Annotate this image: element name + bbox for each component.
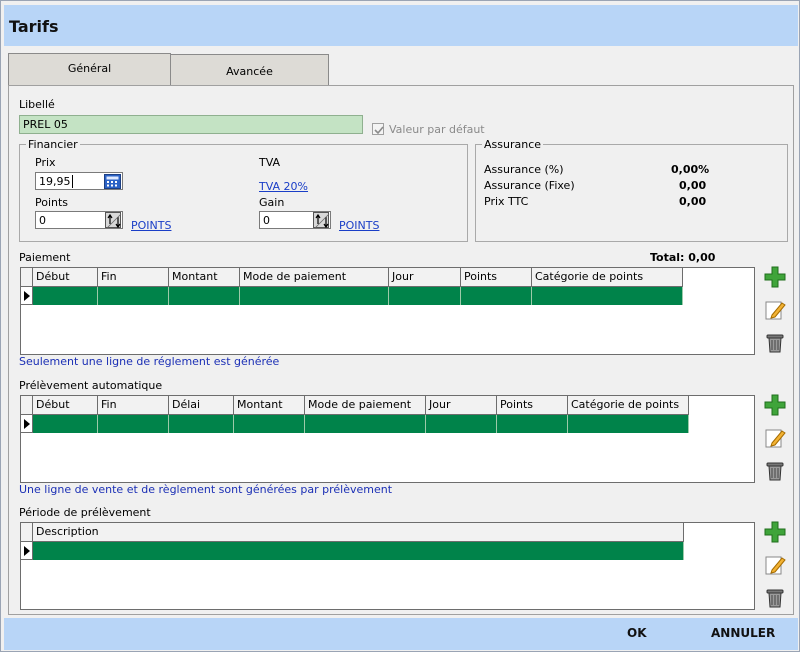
edit-prelevement-button[interactable] [764, 427, 786, 449]
tab-general-label: Général [67, 62, 112, 75]
column-header[interactable]: Points [497, 396, 568, 415]
libelle-label: Libellé [19, 98, 55, 111]
delete-prelevement-button[interactable] [764, 459, 786, 481]
pencil-icon [765, 556, 786, 575]
column-header[interactable]: Fin [98, 396, 169, 415]
plus-icon [764, 521, 786, 543]
window-title: Tarifs [9, 17, 59, 36]
assurance-fixe-label: Assurance (Fixe) [484, 179, 575, 192]
gain-label: Gain [259, 196, 285, 209]
spinner-arrows-icon [106, 213, 122, 229]
calculator-icon[interactable] [104, 174, 121, 189]
periode-grid-header: Description [21, 523, 684, 542]
prelevement-label: Prélèvement automatique [19, 379, 163, 392]
delete-periode-button[interactable] [764, 586, 786, 608]
paiement-grid[interactable]: Début Fin Montant Mode de paiement Jour … [20, 267, 755, 355]
dialog-window: Tarifs Général Avancée Libellé PREL 05 V… [0, 0, 800, 652]
points-link[interactable]: POINTS [131, 219, 171, 232]
add-paiement-button[interactable] [764, 266, 786, 288]
points-spinner[interactable] [105, 212, 122, 229]
libelle-input[interactable]: PREL 05 [19, 115, 363, 134]
prix-ttc-label: Prix TTC [484, 195, 529, 208]
row-selector-header [21, 268, 33, 287]
column-header[interactable]: Montant [234, 396, 305, 415]
assurance-pct-label: Assurance (%) [484, 163, 564, 176]
title-bar: Tarifs [4, 5, 798, 46]
tab-panel-general: Libellé PREL 05 Valeur par défaut Financ… [8, 85, 794, 615]
row-pointer-icon [21, 287, 33, 305]
paiement-total: Total: 0,00 [650, 251, 716, 264]
row-selector-header [21, 396, 33, 415]
prelevement-grid[interactable]: Début Fin Délai Montant Mode de paiement… [20, 395, 755, 483]
column-header[interactable]: Début [33, 268, 98, 287]
plus-icon [764, 394, 786, 416]
paiement-note: Seulement une ligne de réglement est gén… [19, 355, 280, 368]
financier-group: Financier Prix 19,95 TVA TVA 20% Points … [19, 138, 468, 242]
tab-avancee-label: Avancée [226, 65, 273, 78]
cancel-button[interactable]: ANNULER [711, 626, 775, 640]
assurance-group: Assurance Assurance (%) 0,00% Assurance … [475, 138, 788, 242]
spinner-arrows-icon [314, 213, 330, 229]
tab-avancee[interactable]: Avancée [170, 54, 329, 85]
periode-label: Période de prélèvement [19, 506, 151, 519]
prelevement-note: Une ligne de vente et de règlement sont … [19, 483, 393, 496]
default-value-label: Valeur par défaut [389, 123, 485, 136]
row-pointer-icon [21, 415, 33, 433]
gain-spinner[interactable] [313, 212, 330, 229]
column-header[interactable]: Mode de paiement [240, 268, 389, 287]
checkmark-icon [374, 126, 384, 135]
delete-paiement-button[interactable] [764, 331, 786, 353]
tab-general[interactable]: Général [8, 53, 171, 85]
column-header[interactable]: Montant [169, 268, 240, 287]
footer-bar: OK ANNULER [4, 618, 798, 650]
paiement-label: Paiement [19, 251, 71, 264]
tva-link[interactable]: TVA 20% [259, 180, 308, 193]
row-pointer-icon [21, 542, 33, 560]
tva-label: TVA [259, 156, 281, 169]
column-header[interactable]: Points [461, 268, 532, 287]
edit-periode-button[interactable] [764, 554, 786, 576]
prix-value: 19,95 [39, 175, 71, 188]
prelevement-grid-header: Début Fin Délai Montant Mode de paiement… [21, 396, 689, 415]
table-row[interactable] [21, 415, 689, 433]
default-value-checkbox[interactable] [372, 123, 384, 135]
assurance-pct-value: 0,00% [671, 163, 710, 176]
column-header[interactable]: Jour [389, 268, 461, 287]
periode-grid[interactable]: Description [20, 522, 755, 610]
plus-icon [764, 266, 786, 288]
assurance-title: Assurance [482, 138, 544, 151]
trash-icon [766, 462, 784, 481]
column-header[interactable]: Catégorie de points [568, 396, 689, 415]
column-header[interactable]: Délai [169, 396, 234, 415]
column-header[interactable]: Catégorie de points [532, 268, 683, 287]
prix-label: Prix [35, 156, 56, 169]
table-row[interactable] [21, 287, 683, 305]
column-header[interactable]: Début [33, 396, 98, 415]
row-selector-header [21, 523, 33, 542]
trash-icon [766, 334, 784, 353]
trash-icon [766, 589, 784, 608]
add-periode-button[interactable] [764, 521, 786, 543]
column-header[interactable]: Mode de paiement [305, 396, 426, 415]
pencil-icon [765, 429, 786, 448]
add-prelevement-button[interactable] [764, 394, 786, 416]
paiement-grid-header: Début Fin Montant Mode de paiement Jour … [21, 268, 683, 287]
column-header[interactable]: Fin [98, 268, 169, 287]
gain-points-link[interactable]: POINTS [339, 219, 379, 232]
table-row[interactable] [21, 542, 684, 560]
column-header[interactable]: Jour [426, 396, 497, 415]
assurance-fixe-value: 0,00 [679, 179, 707, 192]
edit-paiement-button[interactable] [764, 299, 786, 321]
ok-button[interactable]: OK [627, 626, 647, 640]
points-label: Points [35, 196, 69, 209]
prix-ttc-value: 0,00 [679, 195, 707, 208]
column-header[interactable]: Description [33, 523, 684, 542]
financier-title: Financier [26, 138, 80, 151]
pencil-icon [765, 301, 786, 320]
